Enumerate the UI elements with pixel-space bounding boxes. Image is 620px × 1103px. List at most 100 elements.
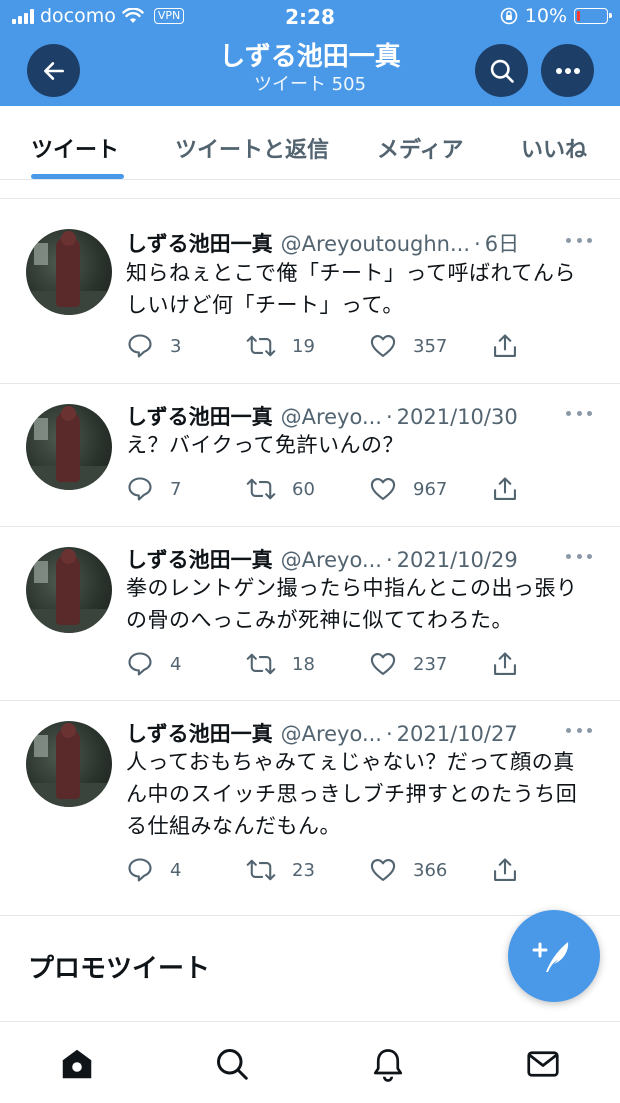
tweet-author-name[interactable]: しずる池田一真 <box>126 401 273 431</box>
status-right: 10% <box>500 5 612 27</box>
tweet-header: しずる池田一真 @Areyo... · 2021/10/29 <box>126 544 518 574</box>
home-icon <box>62 1049 92 1079</box>
active-tab-indicator <box>31 174 124 179</box>
retweet-count: 60 <box>292 478 315 500</box>
tweet-actions: 3 19 357 <box>126 332 526 362</box>
tweet-text: 拳のレントゲン撮ったら中指んとこの出っ張りの骨のへっこみが死神に似ててわろた。 <box>126 576 578 632</box>
like-button[interactable]: 357 <box>369 332 447 360</box>
reply-button[interactable]: 7 <box>126 475 181 503</box>
reply-count: 3 <box>170 335 182 357</box>
bottom-navigation <box>0 1021 620 1103</box>
share-button[interactable] <box>491 332 519 360</box>
tweet-more-button[interactable] <box>566 411 592 417</box>
tweet-item[interactable]: しずる池田一真 @Areyo... · 2021/10/30 え？バイクって免許… <box>0 384 620 526</box>
share-button[interactable] <box>491 856 519 884</box>
tweet-header: しずる池田一真 @Areyoutoughn... · 6日 <box>126 228 519 258</box>
like-count: 967 <box>413 478 448 500</box>
reply-count: 4 <box>170 859 182 881</box>
more-options-button[interactable] <box>541 44 594 97</box>
like-button[interactable]: 237 <box>369 650 447 678</box>
battery-percent: 10% <box>524 5 567 27</box>
separator-dot: · <box>385 548 393 572</box>
tweet-author-handle[interactable]: @Areyoutoughn... <box>281 232 470 256</box>
retweet-icon <box>246 478 276 500</box>
tweet-author-name[interactable]: しずる池田一真 <box>126 544 273 574</box>
avatar[interactable] <box>26 229 112 315</box>
retweet-icon <box>246 335 276 357</box>
more-horizontal-icon <box>555 67 580 74</box>
retweet-button[interactable]: 60 <box>246 475 315 503</box>
separator-dot: · <box>385 405 393 429</box>
tweet-date[interactable]: 2021/10/29 <box>397 548 518 572</box>
retweet-button[interactable]: 18 <box>246 650 315 678</box>
tweet-author-handle[interactable]: @Areyo... <box>281 548 382 572</box>
share-icon <box>494 334 516 357</box>
tweet-header: しずる池田一真 @Areyo... · 2021/10/27 <box>126 718 518 748</box>
separator-dot: · <box>385 722 393 746</box>
tweet-text: 人っておもちゃみてぇじゃない？だって顔の真ん中のスイッチ思っきしブチ押すとのたう… <box>126 750 578 838</box>
search-icon <box>217 1049 248 1080</box>
reply-button[interactable]: 3 <box>126 332 181 360</box>
reply-icon <box>128 858 152 882</box>
tab-media[interactable]: メディア <box>377 132 463 164</box>
tweet-author-name[interactable]: しずる池田一真 <box>126 228 273 258</box>
reply-button[interactable]: 4 <box>126 856 181 884</box>
heart-icon <box>370 653 396 675</box>
heart-icon <box>370 335 396 357</box>
nav-messages[interactable] <box>525 1046 561 1082</box>
heart-icon <box>370 859 396 881</box>
avatar[interactable] <box>26 404 112 490</box>
tweet-header: しずる池田一真 @Areyo... · 2021/10/30 <box>126 401 518 431</box>
search-icon <box>490 59 514 83</box>
reply-button[interactable]: 4 <box>126 650 181 678</box>
tweet-author-handle[interactable]: @Areyo... <box>281 722 382 746</box>
retweet-count: 23 <box>292 859 315 881</box>
like-button[interactable]: 967 <box>369 475 447 503</box>
share-icon <box>494 652 516 675</box>
tweet-more-button[interactable] <box>566 238 592 244</box>
like-count: 237 <box>413 653 448 675</box>
nav-notifications[interactable] <box>370 1046 406 1082</box>
compose-tweet-icon <box>532 942 569 972</box>
reply-icon <box>128 652 152 676</box>
reply-count: 7 <box>170 478 182 500</box>
profile-tabs: ツイート ツイートと返信 メディア いいね <box>0 106 620 180</box>
retweet-button[interactable]: 19 <box>246 332 315 360</box>
battery-icon <box>574 8 612 24</box>
tweet-date[interactable]: 2021/10/30 <box>397 405 518 429</box>
search-button[interactable] <box>475 44 528 97</box>
divider <box>0 915 620 916</box>
tweet-text: え？バイクって免許いんの？ <box>126 433 405 457</box>
nav-search[interactable] <box>214 1046 250 1082</box>
tweet-more-button[interactable] <box>566 554 592 560</box>
share-button[interactable] <box>491 650 519 678</box>
profile-header: docomo VPN 2:28 10% しずる池田一真 ツイート 505 <box>0 0 620 106</box>
tweet-more-button[interactable] <box>566 728 592 734</box>
retweet-icon <box>246 653 276 675</box>
tweet-item[interactable]: しずる池田一真 @Areyo... · 2021/10/29 拳のレントゲン撮っ… <box>0 527 620 701</box>
nav-home[interactable] <box>59 1046 95 1082</box>
like-button[interactable]: 366 <box>369 856 447 884</box>
tweet-date[interactable]: 2021/10/27 <box>397 722 518 746</box>
retweet-button[interactable]: 23 <box>246 856 315 884</box>
heart-icon <box>370 478 396 500</box>
tab-tweets-and-replies[interactable]: ツイートと返信 <box>175 132 329 164</box>
share-button[interactable] <box>491 475 519 503</box>
tweet-item[interactable]: しずる池田一真 @Areyoutoughn... · 6日 知らねぇとこで俺「チ… <box>0 199 620 383</box>
tab-likes[interactable]: いいね <box>521 132 587 164</box>
reply-icon <box>128 477 152 501</box>
tab-tweets[interactable]: ツイート <box>31 132 119 164</box>
avatar[interactable] <box>26 721 112 807</box>
tweet-item[interactable]: しずる池田一真 @Areyo... · 2021/10/27 人っておもちゃみて… <box>0 701 620 915</box>
rotation-lock-icon <box>500 7 518 25</box>
compose-tweet-button[interactable] <box>508 910 600 1002</box>
tweet-actions: 7 60 967 <box>126 475 526 505</box>
battery-fill <box>577 11 580 21</box>
tweet-author-name[interactable]: しずる池田一真 <box>126 718 273 748</box>
tweet-actions: 4 18 237 <box>126 650 526 680</box>
tweet-date[interactable]: 6日 <box>485 228 519 258</box>
avatar[interactable] <box>26 547 112 633</box>
status-bar: docomo VPN 2:28 10% <box>0 0 620 34</box>
tweet-text: 知らねぇとこで俺「チート」って呼ばれてんらしいけど何「チート」って。 <box>126 261 576 317</box>
tweet-author-handle[interactable]: @Areyo... <box>281 405 382 429</box>
